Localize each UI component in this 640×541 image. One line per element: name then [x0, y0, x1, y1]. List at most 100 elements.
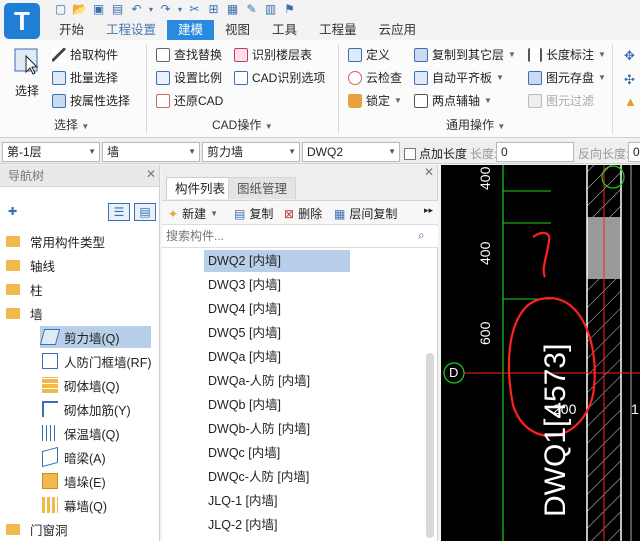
save-element-button[interactable]: 图元存盘 ▼: [528, 69, 606, 86]
pick-component-button[interactable]: 拾取构件: [52, 46, 118, 63]
card-view-icon[interactable]: ▤: [134, 203, 156, 221]
floor-copy-button[interactable]: ▦ 层间复制: [334, 205, 397, 222]
more-icon[interactable]: ▸▸: [424, 205, 433, 216]
list-item[interactable]: DWQ4 [内墙]: [204, 298, 281, 320]
batch-select-button[interactable]: 批量选择: [52, 69, 118, 86]
tab-component-list[interactable]: 构件列表: [166, 177, 235, 199]
restore-cad-button[interactable]: 还原CAD: [156, 92, 223, 109]
define-button[interactable]: 定义: [348, 46, 390, 63]
length-label-button[interactable]: 长度标注 ▼: [528, 46, 606, 63]
element-filter-label: 图元过滤: [546, 94, 595, 108]
copy-component-button[interactable]: ▤ 复制: [234, 205, 273, 222]
tree-item-curtain-wall[interactable]: 幕墙(Q): [42, 494, 107, 516]
tree-item-common[interactable]: 常用构件类型: [6, 230, 105, 252]
tree-item-column[interactable]: 柱: [6, 278, 43, 300]
search-icon[interactable]: ⌕: [418, 228, 425, 243]
auto-level-slab-button[interactable]: 自动平齐板 ▼: [414, 69, 504, 86]
cloud-check-button[interactable]: 云检查: [348, 69, 402, 86]
new-icon[interactable]: ▢: [52, 1, 69, 17]
tab-quantity[interactable]: 工程量: [308, 20, 368, 40]
tab-modeling[interactable]: 建模: [167, 20, 215, 40]
move-icon[interactable]: ✥: [624, 48, 635, 64]
tab-drawing-management[interactable]: 图纸管理: [228, 177, 297, 199]
scrollbar[interactable]: [426, 353, 434, 538]
rotate-icon[interactable]: ✣: [624, 72, 635, 88]
tree-item-wall-pier[interactable]: 墙垛(E): [42, 470, 106, 492]
redo-dropdown-icon[interactable]: ▾: [176, 1, 184, 17]
delete-component-button[interactable]: ⊠ 删除: [284, 205, 322, 222]
app-logo[interactable]: T: [4, 3, 40, 39]
reverse-length-input[interactable]: 0: [628, 142, 640, 162]
cad-options-button[interactable]: CAD识别选项: [234, 69, 325, 86]
tree-label: 砌体加筋(Y): [64, 403, 131, 418]
tab-cloud[interactable]: 云应用: [368, 20, 428, 40]
delete-label: 删除: [298, 207, 323, 221]
copy-icon[interactable]: ▦: [224, 1, 241, 17]
cad-group-label[interactable]: CAD操作 ▼: [212, 116, 273, 133]
tab-start[interactable]: 开始: [48, 20, 95, 40]
component-select[interactable]: DWQ2 ▼: [302, 142, 400, 162]
logo-letter: T: [14, 5, 30, 36]
close-icon[interactable]: ✕: [146, 167, 156, 181]
flag-icon[interactable]: ⚑: [281, 1, 298, 17]
save-icon[interactable]: ▣: [90, 1, 107, 17]
tree-item-hidden-beam[interactable]: 暗梁(A): [42, 446, 106, 468]
save-all-icon[interactable]: ▤: [109, 1, 126, 17]
tree-item-openings[interactable]: 门窗洞: [6, 518, 68, 540]
warning-icon[interactable]: ▲: [624, 94, 637, 109]
lock-button[interactable]: 锁定 ▼: [348, 92, 402, 109]
select-group-label[interactable]: 选择 ▼: [54, 116, 89, 133]
floor-select[interactable]: 第-1层 ▼: [2, 142, 100, 162]
list-item[interactable]: DWQ5 [内墙]: [204, 322, 281, 344]
cut-icon[interactable]: ✂: [186, 1, 203, 17]
open-icon[interactable]: 📂: [71, 1, 88, 17]
tree-item-axis[interactable]: 轴线: [6, 254, 55, 276]
tree-item-shear-wall[interactable]: 剪力墙(Q): [39, 326, 151, 348]
close-icon[interactable]: ✕: [424, 165, 434, 179]
tree-item-wall[interactable]: 墙: [6, 302, 43, 324]
list-view-icon[interactable]: ☰: [108, 203, 130, 221]
tree-item-insulation-wall[interactable]: 保温墙(Q): [42, 422, 120, 444]
list-item[interactable]: JLQ-2 [内墙]: [204, 514, 277, 536]
select-button[interactable]: 选择: [8, 46, 46, 106]
list-item[interactable]: DWQb-人防 [内墙]: [204, 418, 310, 440]
undo-icon[interactable]: ↶: [128, 1, 145, 17]
point-length-checkbox[interactable]: 点加长度: [404, 145, 467, 162]
tree-item-civil-defense-wall[interactable]: 人防门框墙(RF): [42, 350, 152, 372]
list-item[interactable]: DWQa [内墙]: [204, 346, 281, 368]
tab-tools[interactable]: 工具: [261, 20, 308, 40]
find-replace-button[interactable]: 查找替换: [156, 46, 222, 63]
undo-dropdown-icon[interactable]: ▾: [147, 1, 155, 17]
common-group-label[interactable]: 通用操作 ▼: [446, 116, 505, 133]
tree-item-masonry-wall[interactable]: 砌体墙(Q): [42, 374, 120, 396]
list-item[interactable]: DWQ3 [内墙]: [204, 274, 281, 296]
list-item[interactable]: DWQ2 [内墙]: [204, 250, 350, 272]
set-scale-button[interactable]: 设置比例: [156, 69, 222, 86]
tab-project-settings[interactable]: 工程设置: [95, 20, 167, 40]
category-select[interactable]: 墙 ▼: [102, 142, 200, 162]
type-select[interactable]: 剪力墙 ▼: [202, 142, 300, 162]
list-item[interactable]: DWQb [内墙]: [204, 394, 281, 416]
grid-icon[interactable]: ▥: [262, 1, 279, 17]
expand-icon[interactable]: ✚: [8, 205, 17, 218]
tree-item-masonry-rebar[interactable]: 砌体加筋(Y): [42, 398, 131, 420]
list-item[interactable]: DWQa-人防 [内墙]: [204, 370, 310, 392]
query-icon[interactable]: ⊞: [205, 1, 222, 17]
search-input[interactable]: [162, 226, 402, 246]
recognize-floor-table-button[interactable]: 识别楼层表: [234, 46, 312, 63]
list-item[interactable]: JLQ-1 [内墙]: [204, 490, 277, 512]
chevron-down-icon: ▼: [88, 147, 96, 156]
new-component-button[interactable]: ✦ 新建 ▼: [168, 205, 218, 222]
two-point-axis-button[interactable]: 两点辅轴 ▼: [414, 92, 492, 109]
copy-to-floor-button[interactable]: 复制到其它层 ▼: [414, 46, 516, 63]
tab-view[interactable]: 视图: [214, 20, 261, 40]
edit-icon[interactable]: ✎: [243, 1, 260, 17]
element-filter-button[interactable]: 图元过滤: [528, 92, 594, 109]
length-input[interactable]: 0: [496, 142, 574, 162]
list-item[interactable]: DWQc [内墙]: [204, 442, 280, 464]
cad-canvas[interactable]: 400 400 600 D DWQ1[4573] 200 1: [441, 165, 640, 541]
select-by-attribute-button[interactable]: 按属性选择: [52, 92, 130, 109]
redo-icon[interactable]: ↷: [157, 1, 174, 17]
navigation-tree-panel: 导航树 ✕ ✚ ☰ ▤ 常用构件类型 轴线 柱 墙 剪力墙(Q) 人防门框墙(R…: [0, 165, 160, 541]
list-item[interactable]: DWQc-人防 [内墙]: [204, 466, 309, 488]
